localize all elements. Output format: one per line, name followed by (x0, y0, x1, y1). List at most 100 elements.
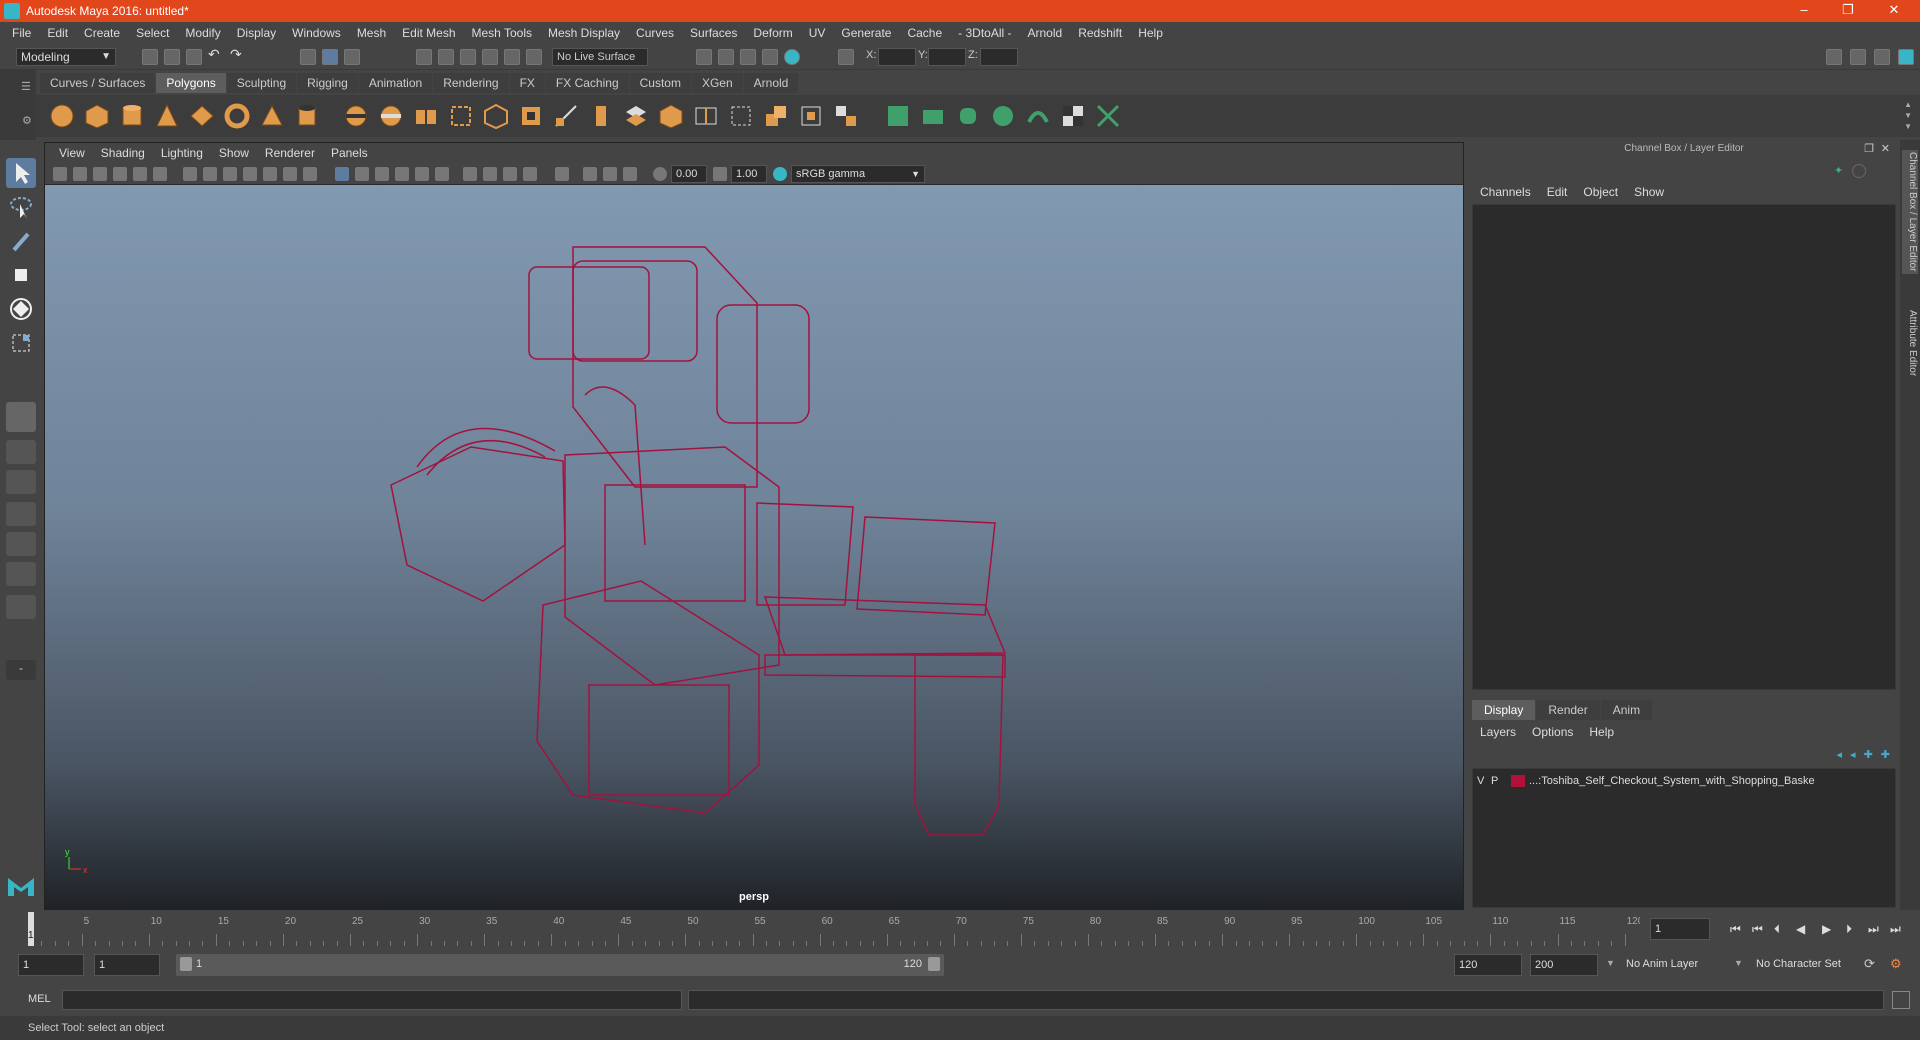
panel-float-icon[interactable]: ❐ (1864, 142, 1874, 155)
shelf-scroll-icon[interactable]: ▲ ▼ ▼ (1904, 99, 1912, 132)
playback-start-field[interactable]: 1 (94, 954, 160, 976)
auto-key-icon[interactable]: ⟳ (1864, 956, 1875, 972)
anim-layer-arrow-icon[interactable]: ▼ (1606, 958, 1615, 968)
minimize-button[interactable]: – (1784, 0, 1824, 22)
menu-help[interactable]: Help (1130, 26, 1171, 40)
close-button[interactable]: ✕ (1874, 0, 1914, 22)
time-slider[interactable]: 5 10 15 20 25 30 35 40 45 50 55 60 65 70 75 80 85 90 95 100… (28, 912, 1643, 946)
layer-tab-render[interactable]: Render (1536, 700, 1600, 720)
layer-playback-toggle[interactable]: P (1491, 775, 1511, 787)
four-view-layout-icon[interactable] (6, 440, 36, 464)
cut-uv-icon[interactable] (1094, 102, 1122, 130)
layer-color-swatch[interactable] (1511, 775, 1525, 787)
layer-row[interactable]: V P ...:Toshiba_Self_Checkout_System_wit… (1477, 773, 1891, 789)
poly-cube-icon[interactable] (83, 102, 111, 130)
snap-point-icon[interactable] (460, 49, 476, 65)
viewport-menu-shading[interactable]: Shading (93, 146, 153, 160)
extrude-icon[interactable] (517, 102, 545, 130)
range-end-handle[interactable] (928, 957, 940, 971)
snap-grid-icon[interactable] (416, 49, 432, 65)
menu-curves[interactable]: Curves (628, 26, 682, 40)
uv-editor-icon[interactable] (884, 102, 912, 130)
channel-box-menu-channels[interactable]: Channels (1472, 182, 1539, 202)
menu-edit-mesh[interactable]: Edit Mesh (394, 26, 463, 40)
z-field[interactable] (980, 48, 1018, 66)
select-component-icon[interactable] (344, 49, 360, 65)
script-editor-icon[interactable] (1892, 991, 1910, 1009)
new-empty-layer-icon[interactable]: ✚ (1864, 748, 1873, 761)
poly-pyramid-icon[interactable] (258, 102, 286, 130)
wireframe-on-shaded-icon[interactable] (375, 167, 389, 181)
multi-cut-icon[interactable] (657, 102, 685, 130)
render-frame-icon[interactable] (718, 49, 734, 65)
viewport-menu-view[interactable]: View (51, 146, 93, 160)
automatic-map-icon[interactable] (1024, 102, 1052, 130)
offset-edge-loop-icon[interactable] (727, 102, 755, 130)
colorspace-dropdown[interactable]: sRGB gamma ▼ (791, 165, 925, 183)
shelf-tab-xgen[interactable]: XGen (691, 73, 743, 93)
layer-name[interactable]: ...:Toshiba_Self_Checkout_System_with_Sh… (1529, 775, 1815, 787)
layer-menu-help[interactable]: Help (1581, 722, 1622, 742)
mirror-icon[interactable] (482, 102, 510, 130)
animation-end-field[interactable]: 200 (1530, 954, 1598, 976)
go-to-end-icon[interactable]: ⏭ (1890, 922, 1901, 937)
bevel-icon[interactable] (587, 102, 615, 130)
step-back-key-icon[interactable]: ⏮ (1752, 922, 1763, 937)
layer-menu-layers[interactable]: Layers (1472, 722, 1524, 742)
panel-close-icon[interactable]: ✕ (1881, 142, 1890, 155)
hypershade-layout-icon[interactable] (6, 562, 36, 586)
poly-torus-icon[interactable] (223, 102, 251, 130)
lasso-tool-icon[interactable] (6, 192, 36, 222)
new-layer-selected-icon[interactable]: ✚ (1881, 748, 1890, 761)
select-hierarchy-icon[interactable] (300, 49, 316, 65)
insert-edge-loop-icon[interactable] (692, 102, 720, 130)
grid-toggle-icon[interactable] (183, 167, 197, 181)
custom-layout-icon[interactable] (6, 595, 36, 619)
shelf-tab-fx-caching[interactable]: FX Caching (545, 73, 629, 93)
menu-windows[interactable]: Windows (284, 26, 349, 40)
shelf-tab-sculpting[interactable]: Sculpting (226, 73, 297, 93)
poly-sphere-icon[interactable] (48, 102, 76, 130)
two-view-layout-icon[interactable] (6, 470, 36, 494)
viewport-menu-renderer[interactable]: Renderer (257, 146, 323, 160)
spherical-map-icon[interactable] (989, 102, 1017, 130)
field-chart-icon[interactable] (263, 167, 277, 181)
outliner-layout-icon[interactable] (6, 502, 36, 526)
select-object-icon[interactable] (322, 49, 338, 65)
graph-layout-icon[interactable] (6, 532, 36, 556)
bridge-icon[interactable] (552, 102, 580, 130)
layer-tab-display[interactable]: Display (1472, 700, 1536, 720)
ipr-render-icon[interactable] (740, 49, 756, 65)
make-live-icon[interactable] (526, 49, 542, 65)
channel-box-menu-edit[interactable]: Edit (1539, 182, 1576, 202)
step-forward-frame-icon[interactable]: ⏵ (1846, 922, 1852, 937)
menu-mesh-display[interactable]: Mesh Display (540, 26, 628, 40)
menu-file[interactable]: File (4, 26, 39, 40)
gate-mask-icon[interactable] (243, 167, 257, 181)
menu-redshift[interactable]: Redshift (1070, 26, 1130, 40)
shelf-tab-animation[interactable]: Animation (358, 73, 433, 93)
channel-box-toggle-icon[interactable] (1898, 49, 1914, 65)
isolate-select-icon[interactable] (555, 167, 569, 181)
step-forward-key-icon[interactable]: ⏭ (1868, 922, 1879, 937)
menu-mesh-tools[interactable]: Mesh Tools (464, 26, 540, 40)
snap-view-icon[interactable] (482, 49, 498, 65)
play-backwards-icon[interactable]: ◀ (1796, 922, 1805, 936)
planar-map-icon[interactable] (919, 102, 947, 130)
shelf-tab-rendering[interactable]: Rendering (433, 73, 509, 93)
combine-icon[interactable] (342, 102, 370, 130)
animation-start-field[interactable]: 1 (18, 954, 84, 976)
toolbox-more-icon[interactable]: - (6, 660, 36, 680)
mel-input[interactable] (62, 990, 682, 1010)
xray-joints-icon[interactable] (603, 167, 617, 181)
xray-components-icon[interactable] (623, 167, 637, 181)
bool-icon[interactable] (622, 102, 650, 130)
safe-action-icon[interactable] (283, 167, 297, 181)
shelf-tab-curves-surfaces[interactable]: Curves / Surfaces (40, 73, 156, 93)
new-scene-icon[interactable] (142, 49, 158, 65)
render-view-icon[interactable] (696, 49, 712, 65)
shelf-settings-icon[interactable]: ⚙ (22, 114, 32, 127)
snap-surface-icon[interactable] (504, 49, 520, 65)
play-forwards-icon[interactable]: ▶ (1822, 922, 1831, 936)
modeling-toolkit-icon[interactable] (1826, 49, 1842, 65)
